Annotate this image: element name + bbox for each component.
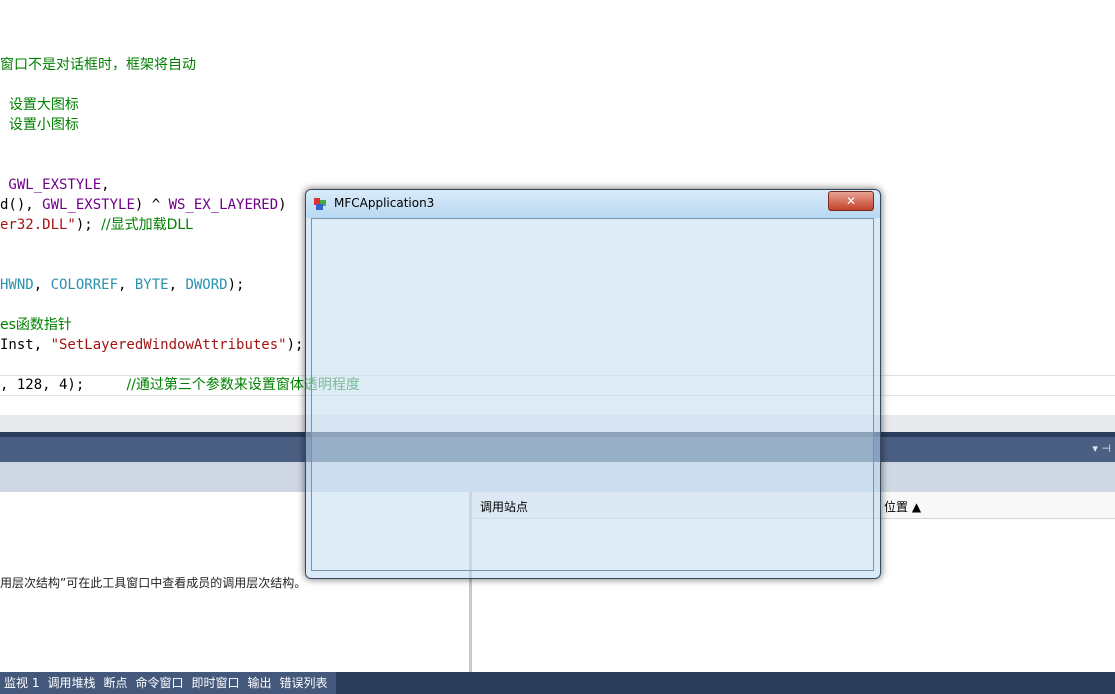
app-icon bbox=[314, 198, 326, 210]
code-token: , bbox=[33, 277, 51, 293]
code-token: er32.DLL" bbox=[0, 217, 76, 233]
code-line: Inst, "SetLayeredWindowAttributes"); bbox=[0, 335, 303, 355]
code-token: GWL_EXSTYLE bbox=[42, 197, 135, 213]
code-token: ) ^ bbox=[134, 197, 169, 213]
code-token: COLORREF bbox=[50, 277, 119, 293]
bottom-tab[interactable]: 命令窗口 bbox=[131, 672, 187, 694]
code-token: 设置小图标 bbox=[0, 117, 79, 133]
code-line: er32.DLL"); //显式加载DLL bbox=[0, 215, 193, 235]
bottom-tab[interactable]: 监视 1 bbox=[0, 672, 43, 694]
code-token: ) bbox=[278, 197, 287, 213]
code-token: , bbox=[168, 277, 186, 293]
window-options-icon[interactable]: ▾ ⊣ bbox=[1092, 442, 1111, 455]
code-line: d(), GWL_EXSTYLE) ^ WS_EX_LAYERED) bbox=[0, 195, 287, 215]
code-token: HWND bbox=[0, 277, 34, 293]
code-line: es函数指针 bbox=[0, 315, 72, 335]
code-token: ); bbox=[227, 277, 245, 293]
dialog-title-bar[interactable]: MFCApplication3 ✕ bbox=[306, 190, 880, 218]
column-location[interactable]: 位置 ▲ bbox=[884, 498, 921, 515]
bottom-tab[interactable]: 错误列表 bbox=[276, 672, 332, 694]
column-call-site[interactable]: 调用站点 bbox=[480, 498, 528, 515]
code-token: //显式加载DLL bbox=[101, 217, 193, 233]
code-line: 设置大图标 bbox=[0, 95, 79, 115]
bottom-tab[interactable]: 调用堆栈 bbox=[43, 672, 99, 694]
bottom-tab[interactable]: 输出 bbox=[244, 672, 276, 694]
hierarchy-hint-text: 用层次结构”可在此工具窗口中查看成员的调用层次结构。 bbox=[0, 576, 307, 590]
code-token: Inst, bbox=[0, 337, 51, 353]
code-token: "SetLayeredWindowAttributes" bbox=[50, 337, 287, 353]
code-token: WS_EX_LAYERED bbox=[168, 197, 279, 213]
mfc-dialog-window[interactable]: MFCApplication3 ✕ bbox=[305, 189, 881, 579]
close-button[interactable]: ✕ bbox=[828, 191, 874, 211]
bottom-tab[interactable]: 断点 bbox=[99, 672, 131, 694]
code-token: es函数指针 bbox=[0, 317, 72, 333]
code-token: 设置大图标 bbox=[0, 97, 79, 113]
code-line: HWND, COLORREF, BYTE, DWORD); bbox=[0, 275, 244, 295]
code-token: , bbox=[101, 177, 110, 193]
code-token: GWL_EXSTYLE bbox=[0, 177, 102, 193]
code-token: BYTE bbox=[134, 277, 169, 293]
dialog-title: MFCApplication3 bbox=[334, 196, 435, 210]
code-line: 窗口不是对话框时，框架将自动 bbox=[0, 55, 196, 75]
code-line: GWL_EXSTYLE, bbox=[0, 175, 110, 195]
code-token: 窗口不是对话框时，框架将自动 bbox=[0, 57, 196, 73]
code-token: , bbox=[118, 277, 135, 293]
code-token: d(), bbox=[0, 197, 43, 213]
code-token: ); bbox=[75, 217, 102, 233]
bottom-tab-bar: 监视 1 调用堆栈 断点 命令窗口 即时窗口 输出 错误列表 bbox=[0, 672, 1115, 694]
code-token: DWORD bbox=[185, 277, 228, 293]
dialog-client-area bbox=[311, 218, 874, 571]
bottom-tab[interactable]: 即时窗口 bbox=[188, 672, 244, 694]
code-token: ); bbox=[286, 337, 304, 353]
code-line: 设置小图标 bbox=[0, 115, 79, 135]
